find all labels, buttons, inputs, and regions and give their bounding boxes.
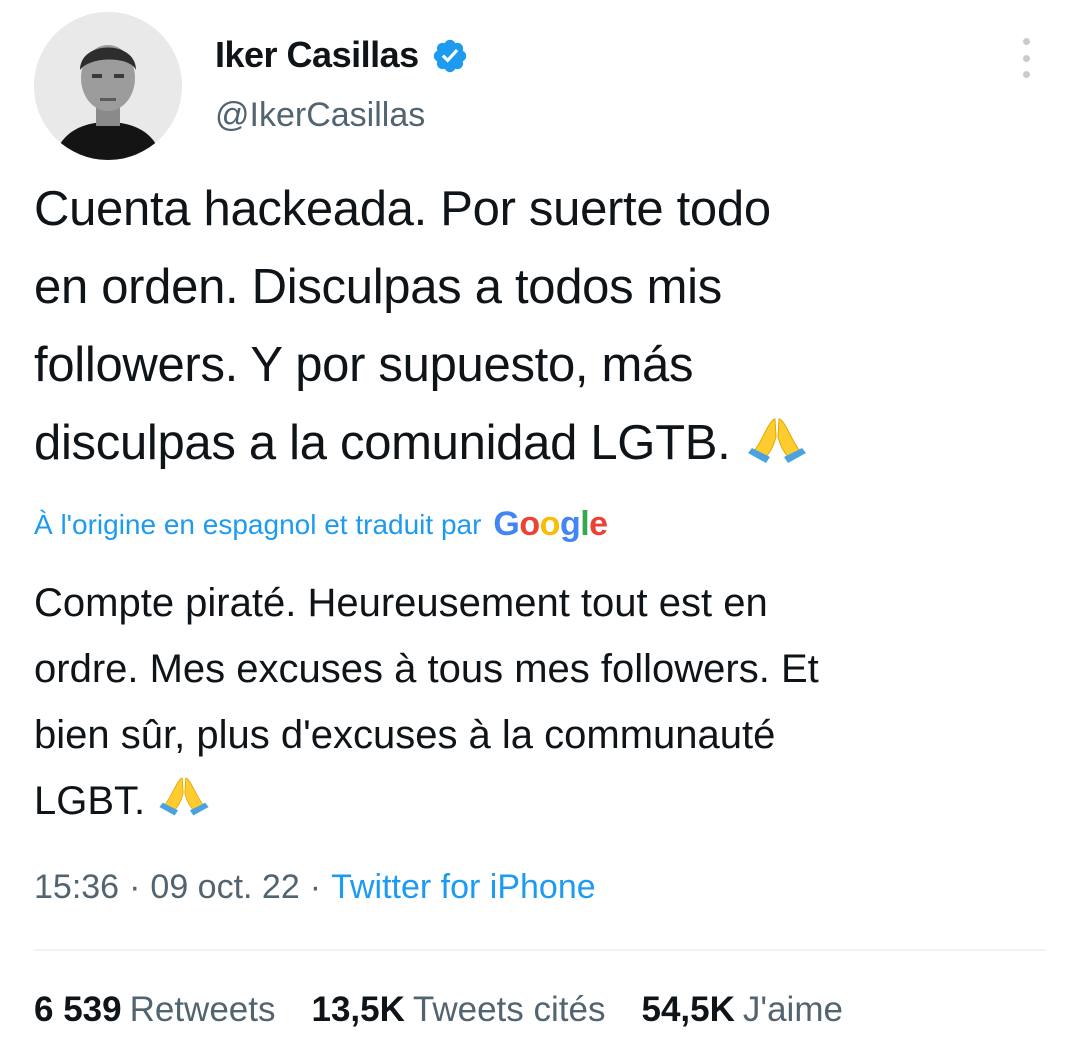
avatar-photo [34,12,182,160]
quote-tweets-label: Tweets cités [412,990,606,1029]
author-name-row: Iker Casillas [215,34,469,76]
author-display-name[interactable]: Iker Casillas [215,34,419,76]
tweet-text: Cuenta hackeada. Por suerte todo en orden… [34,170,1044,482]
tweet-source-link[interactable]: Twitter for iPhone [331,868,596,907]
quote-tweets-count: 13,5K [311,990,405,1029]
tweet-stats: 6 539 Retweets 13,5K Tweets cités 54,5K J'a… [34,990,879,1030]
folded-hands-emoji-icon [747,418,806,463]
retweets-stat[interactable]: 6 539 Retweets [34,990,276,1030]
more-options-icon[interactable] [1016,38,1036,78]
likes-stat[interactable]: 54,5K J'aime [641,990,842,1030]
translated-text-line: LGBT. [34,768,1054,834]
tweet-text-line: en orden. Disculpas a todos mis [34,260,722,314]
avatar[interactable] [34,12,182,160]
retweets-label: Retweets [129,990,276,1029]
translated-text-line: ordre. Mes excuses à tous mes followers.… [34,647,819,691]
likes-label: J'aime [742,990,843,1029]
translated-text-line: Compte piraté. Heureusement tout est en [34,581,768,625]
folded-hands-emoji-icon [159,777,209,816]
author-handle[interactable]: @IkerCasillas [215,96,425,135]
google-logo: Google [493,505,608,543]
likes-count: 54,5K [641,990,735,1029]
tweet-text-line: followers. Y por supuesto, más [34,338,694,392]
translated-text: Compte piraté. Heureusement tout est en o… [34,570,1054,834]
tweet-container: Iker Casillas @IkerCasillas Cuenta hacke… [0,0,1080,1058]
retweets-count: 6 539 [34,990,122,1029]
tweet-meta: 15:36 · 09 oct. 22 · Twitter for iPhone [34,868,596,907]
verified-badge-icon[interactable] [431,37,469,75]
tweet-text-line: disculpas a la comunidad LGTB. [34,404,1044,482]
more-dot [1022,71,1030,78]
more-dot [1022,54,1030,62]
translated-text-line: bien sûr, plus d'excuses à la communauté [34,713,776,757]
tweet-time[interactable]: 15:36 [34,868,119,907]
meta-separator: · [129,868,141,906]
divider [34,949,1046,951]
translation-label: À l'origine en espagnol et traduit par [34,508,482,540]
more-dot [1022,38,1030,45]
meta-separator: · [309,868,322,906]
quote-tweets-stat[interactable]: 13,5K Tweets cités [312,990,606,1030]
translation-attribution[interactable]: À l'origine en espagnol et traduit par G… [34,505,608,544]
tweet-date[interactable]: 09 oct. 22 [150,868,299,907]
tweet-text-line: Cuenta hackeada. Por suerte todo [34,182,771,236]
